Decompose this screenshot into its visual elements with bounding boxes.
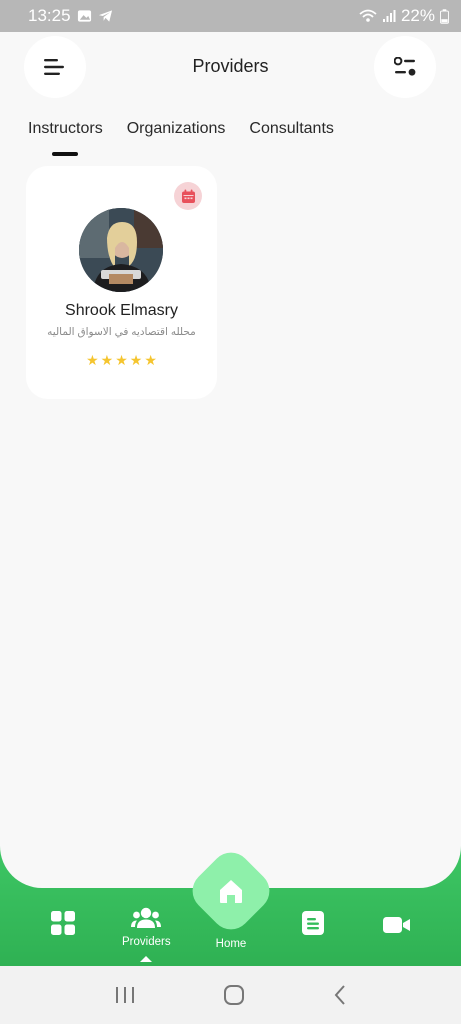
star-icon: ★ (100, 352, 114, 368)
provider-title: محلله اقتصاديه في الاسواق الماليه (47, 326, 196, 338)
nav-documents[interactable] (301, 910, 325, 936)
status-bar: 13:25 22% (0, 0, 461, 32)
avatar-photo (79, 208, 163, 292)
tab-consultants[interactable]: Consultants (249, 120, 334, 156)
avatar (79, 208, 163, 292)
filter-button[interactable] (374, 36, 436, 98)
video-icon (383, 917, 410, 933)
battery-icon (440, 8, 449, 24)
home-icon (220, 880, 242, 903)
star-icon: ★ (86, 352, 99, 368)
users-icon (131, 907, 162, 928)
calendar-icon (181, 189, 195, 203)
status-time: 13:25 (28, 6, 71, 25)
home-label: Home (215, 938, 247, 950)
recents-icon[interactable] (114, 985, 136, 1005)
telegram-icon (98, 10, 112, 22)
wifi-icon (359, 9, 377, 22)
provider-card[interactable]: Shrook Elmasry محلله اقتصاديه في الاسواق… (26, 166, 217, 399)
battery-percent: 22% (400, 6, 435, 25)
system-nav-bar (0, 966, 461, 1024)
star-icon: ★ (144, 352, 157, 368)
calendar-badge[interactable] (174, 182, 202, 210)
star-icon: ★ (115, 352, 128, 368)
nav-video[interactable] (383, 916, 411, 934)
signal-icon (382, 10, 396, 22)
star-icon: ★ (129, 352, 143, 368)
app-content: Providers Instructors Organizations Cons… (0, 32, 461, 888)
nav-providers-label: Providers (122, 936, 171, 948)
provider-tabs: Instructors Organizations Consultants (28, 120, 334, 156)
grid-icon (51, 911, 75, 935)
home-nav-icon[interactable] (223, 984, 245, 1006)
provider-name: Shrook Elmasry (65, 302, 178, 319)
document-icon (302, 911, 324, 935)
rating-stars: ★ ★ ★ ★ ★ (26, 352, 217, 369)
filter-icon (394, 57, 416, 76)
nav-grid[interactable] (50, 910, 76, 936)
tab-organizations[interactable]: Organizations (127, 120, 226, 156)
gallery-icon (77, 10, 91, 22)
nav-providers[interactable]: Providers (122, 906, 171, 962)
tab-instructors[interactable]: Instructors (28, 120, 103, 156)
active-indicator (140, 956, 153, 962)
back-icon[interactable] (332, 984, 348, 1006)
